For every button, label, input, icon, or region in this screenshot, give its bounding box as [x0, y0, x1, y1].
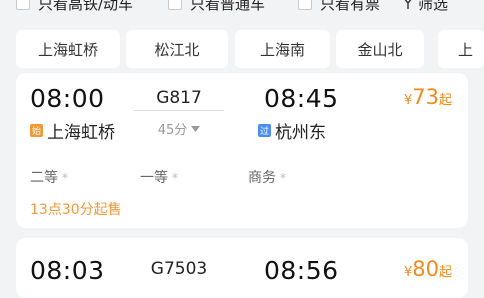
station-chip[interactable]: 金山北	[336, 30, 424, 68]
start-tag: 始	[30, 124, 43, 137]
seat-label: 商务	[248, 170, 276, 186]
screen-button[interactable]: 筛选	[402, 0, 448, 14]
price: ¥ 80 起	[404, 257, 452, 281]
screen-label: 筛选	[418, 0, 449, 13]
filter-icon	[402, 0, 414, 10]
seat-second-class: 二等 *	[30, 167, 68, 187]
seat-mark: *	[172, 171, 178, 185]
chevron-down-icon	[191, 125, 201, 132]
filter-normal[interactable]: 只看普通车	[168, 0, 265, 14]
station-bar: 上海虹桥 松江北 上海南 金山北 上	[0, 30, 484, 68]
seat-label: 一等	[140, 170, 168, 186]
train-card[interactable]: 08:03 G7503 08:56 ¥ 80 起	[16, 238, 468, 298]
pass-tag: 过	[258, 124, 271, 137]
filter-available[interactable]: 只看有票	[298, 0, 380, 14]
seat-mark: *	[280, 171, 286, 185]
station-chip[interactable]: 上	[438, 30, 484, 68]
seat-label: 二等	[30, 170, 58, 186]
duration-text: 45分	[157, 123, 188, 138]
arrive-time: 08:56	[264, 256, 339, 285]
station-chip[interactable]: 上海南	[235, 30, 330, 68]
arrive-time: 08:45	[264, 84, 339, 113]
duration-line	[134, 110, 224, 111]
filter-normal-label: 只看普通车	[190, 0, 266, 13]
price-value: 73	[412, 85, 439, 109]
price-currency: ¥	[403, 265, 413, 280]
filter-high-speed-label: 只看高铁/动车	[38, 0, 134, 13]
sale-note: 13点30分起售	[30, 202, 122, 218]
depart-station-name: 上海虹桥	[47, 123, 115, 143]
price-suffix: 起	[438, 265, 452, 280]
depart-station: 始 上海虹桥	[30, 118, 115, 143]
train-number: G817	[156, 88, 202, 108]
train-card[interactable]: 08:00 始 上海虹桥 G817 45分 08:45 过 杭州东 ¥ 73 起…	[16, 73, 468, 228]
seat-mark: *	[62, 171, 68, 185]
filter-high-speed[interactable]: 只看高铁/动车	[16, 0, 133, 14]
checkbox-icon[interactable]	[168, 0, 182, 10]
filter-bar: 只看高铁/动车 只看普通车 只看有票 筛选	[0, 0, 484, 22]
price-currency: ¥	[403, 93, 413, 108]
checkbox-icon[interactable]	[16, 0, 30, 10]
duration[interactable]: 45分	[134, 119, 224, 138]
filter-available-label: 只看有票	[320, 0, 381, 13]
seat-first-class: 一等 *	[140, 167, 178, 187]
station-chip[interactable]: 上海虹桥	[16, 30, 120, 68]
station-chip[interactable]: 松江北	[126, 30, 228, 68]
depart-time: 08:00	[30, 84, 105, 113]
price-suffix: 起	[438, 93, 452, 108]
price-value: 80	[412, 257, 439, 281]
checkbox-icon[interactable]	[298, 0, 312, 10]
train-number: G7503	[150, 259, 208, 279]
arrive-station: 过 杭州东	[258, 118, 326, 143]
price: ¥ 73 起	[404, 85, 452, 109]
depart-time: 08:03	[30, 256, 105, 285]
arrive-station-name: 杭州东	[275, 123, 326, 143]
seat-business: 商务 *	[248, 167, 286, 187]
